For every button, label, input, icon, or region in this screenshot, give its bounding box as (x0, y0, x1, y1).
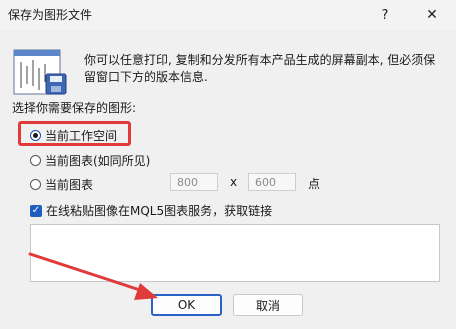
checkmark-icon[interactable]: ✓ (30, 204, 42, 217)
height-input[interactable]: 600 (248, 173, 296, 191)
info-text: 你可以任意打印, 复制和分发所有本产品生成的屏幕副本, 但必须保 留窗口下方的版… (84, 52, 444, 86)
help-button[interactable]: ? (363, 0, 407, 30)
title-bar: 保存为图形文件 ? ✕ (0, 0, 456, 30)
radio-label: 当前工作空间 (45, 129, 118, 143)
radio-icon[interactable] (30, 155, 41, 166)
section-label: 选择你需要保存的图形: (12, 101, 137, 115)
cancel-button[interactable]: 取消 (233, 294, 303, 316)
radio-label: 当前图表 (45, 178, 94, 192)
dialog-content: 你可以任意打印, 复制和分发所有本产品生成的屏幕副本, 但必须保 留窗口下方的版… (0, 30, 456, 329)
radio-current-workspace[interactable]: 当前工作空间 (30, 127, 117, 144)
chart-file-icon (13, 49, 67, 95)
radio-selected-icon[interactable] (30, 130, 41, 141)
radio-current-chart[interactable]: 当前图表 (30, 176, 93, 193)
close-button[interactable]: ✕ (410, 0, 454, 30)
radio-icon[interactable] (30, 179, 41, 190)
window-title: 保存为图形文件 (8, 8, 93, 22)
upload-checkbox-row[interactable]: ✓ 在线粘贴图像在MQL5图表服务，获取链接 (30, 202, 272, 219)
radio-label: 当前图表(如同所见) (45, 154, 151, 168)
width-input[interactable]: 800 (170, 173, 218, 191)
link-output-field[interactable] (30, 224, 440, 282)
info-line-2: 留窗口下方的版本信息. (84, 70, 208, 84)
ok-button[interactable]: OK (151, 294, 222, 316)
upload-label: 在线粘贴图像在MQL5图表服务，获取链接 (46, 204, 273, 218)
radio-current-chart-as-seen[interactable]: 当前图表(如同所见) (30, 152, 150, 169)
size-unit: 点 (308, 177, 321, 191)
size-separator: x (230, 175, 238, 189)
info-line-1: 你可以任意打印, 复制和分发所有本产品生成的屏幕副本, 但必须保 (84, 53, 436, 67)
